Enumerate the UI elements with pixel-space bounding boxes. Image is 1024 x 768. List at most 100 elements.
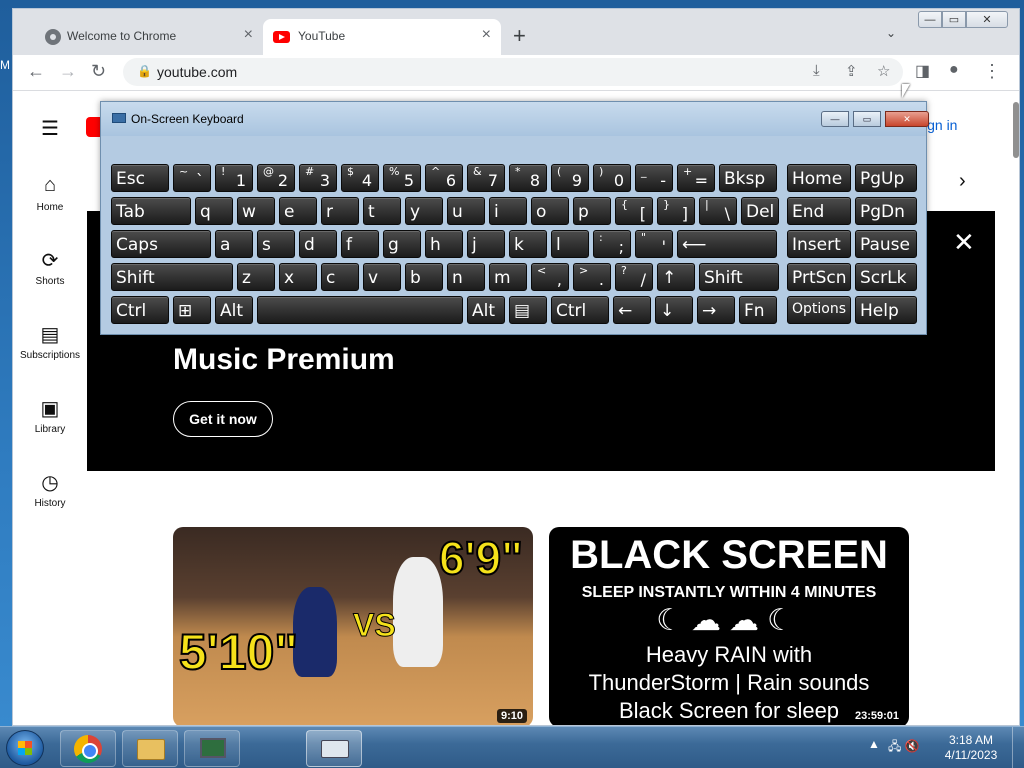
minimize-button[interactable]: —: [918, 11, 942, 28]
close-button[interactable]: ✕: [966, 11, 1008, 28]
osk-key[interactable]: r: [321, 197, 359, 225]
osk-key[interactable]: Ctrl: [111, 296, 169, 324]
osk-key[interactable]: [257, 296, 463, 324]
sidebar-item-history[interactable]: ◷ History: [13, 458, 87, 532]
osk-key[interactable]: ⟵: [677, 230, 777, 258]
osk-minimize-button[interactable]: —: [821, 111, 849, 127]
osk-key[interactable]: <,: [531, 263, 569, 291]
tray-arrow-icon[interactable]: ▲: [868, 737, 880, 751]
video-thumbnail[interactable]: BLACK SCREEN SLEEP INSTANTLY WITHIN 4 MI…: [549, 527, 909, 725]
side-panel-icon[interactable]: ◨: [915, 61, 930, 81]
osk-key[interactable]: l: [551, 230, 589, 258]
osk-key[interactable]: Caps: [111, 230, 211, 258]
tab-close-icon[interactable]: ×: [244, 26, 253, 44]
osk-key[interactable]: t: [363, 197, 401, 225]
taskbar-app[interactable]: [184, 730, 240, 767]
new-tab-button[interactable]: +: [513, 23, 526, 49]
tray-icons[interactable]: 🖧 🔇: [888, 737, 920, 758]
sign-in-button[interactable]: ign in: [924, 117, 957, 133]
lock-icon[interactable]: 🔒: [137, 64, 152, 78]
maximize-button[interactable]: ▭: [942, 11, 966, 28]
osk-key[interactable]: f: [341, 230, 379, 258]
profile-icon[interactable]: ●: [949, 61, 959, 79]
osk-key[interactable]: >.: [573, 263, 611, 291]
osk-key[interactable]: _ -: [635, 164, 673, 192]
osk-key[interactable]: Shift: [699, 263, 779, 291]
osk-key[interactable]: w: [237, 197, 275, 225]
osk-key[interactable]: + =: [677, 164, 715, 192]
osk-key[interactable]: & 7: [467, 164, 505, 192]
taskbar-explorer[interactable]: [122, 730, 178, 767]
osk-key[interactable]: Insert: [787, 230, 851, 258]
osk-key[interactable]: b: [405, 263, 443, 291]
sidebar-item-home[interactable]: ⌂ Home: [13, 162, 87, 236]
osk-key[interactable]: y: [405, 197, 443, 225]
osk-key[interactable]: Alt: [467, 296, 505, 324]
osk-key[interactable]: Fn: [739, 296, 777, 324]
osk-key[interactable]: Bksp: [719, 164, 777, 192]
osk-key[interactable]: z: [237, 263, 275, 291]
osk-key[interactable]: }]: [657, 197, 695, 225]
osk-key[interactable]: j: [467, 230, 505, 258]
osk-key[interactable]: Pause: [855, 230, 917, 258]
osk-key[interactable]: s: [257, 230, 295, 258]
osk-key[interactable]: c: [321, 263, 359, 291]
osk-key[interactable]: ^ 6: [425, 164, 463, 192]
osk-key[interactable]: PrtScn: [787, 263, 851, 291]
osk-key[interactable]: e: [279, 197, 317, 225]
osk-key[interactable]: " ': [635, 230, 673, 258]
tab-search-icon[interactable]: ⌄: [886, 26, 896, 40]
osk-key[interactable]: Tab: [111, 197, 191, 225]
osk-key[interactable]: ~ `: [173, 164, 211, 192]
osk-key[interactable]: Alt: [215, 296, 253, 324]
osk-key[interactable]: Esc: [111, 164, 169, 192]
osk-key[interactable]: * 8: [509, 164, 547, 192]
osk-key[interactable]: i: [489, 197, 527, 225]
osk-key[interactable]: ▤: [509, 296, 547, 324]
osk-key[interactable]: Del: [741, 197, 779, 225]
forward-icon[interactable]: →: [59, 61, 77, 82]
osk-key[interactable]: PgUp: [855, 164, 917, 192]
chevron-right-icon[interactable]: ›: [959, 170, 966, 193]
osk-close-button[interactable]: ✕: [885, 111, 929, 127]
osk-key[interactable]: v: [363, 263, 401, 291]
url-text[interactable]: youtube.com: [157, 64, 237, 80]
osk-key[interactable]: ←: [613, 296, 651, 324]
osk-key[interactable]: % 5: [383, 164, 421, 192]
osk-key[interactable]: u: [447, 197, 485, 225]
osk-key[interactable]: d: [299, 230, 337, 258]
osk-key[interactable]: :;: [593, 230, 631, 258]
osk-key[interactable]: Home: [787, 164, 851, 192]
sidebar-item-library[interactable]: ▣ Library: [13, 384, 87, 458]
clock[interactable]: 3:18 AM 4/11/2023: [940, 733, 1002, 763]
taskbar-chrome[interactable]: [60, 730, 116, 767]
osk-key[interactable]: ! 1: [215, 164, 253, 192]
osk-key[interactable]: →: [697, 296, 735, 324]
chrome-menu-icon[interactable]: ⋮: [983, 61, 1001, 82]
osk-key[interactable]: q: [195, 197, 233, 225]
osk-key[interactable]: g: [383, 230, 421, 258]
osk-key[interactable]: ↑: [657, 263, 695, 291]
osk-key[interactable]: End: [787, 197, 851, 225]
install-icon[interactable]: ⤓: [813, 62, 820, 79]
sidebar-item-shorts[interactable]: ⟳ Shorts: [13, 236, 87, 310]
osk-key[interactable]: Ctrl: [551, 296, 609, 324]
osk-key[interactable]: k: [509, 230, 547, 258]
osk-key[interactable]: Shift: [111, 263, 233, 291]
tab-welcome[interactable]: Welcome to Chrome ×: [23, 19, 263, 55]
osk-title-bar[interactable]: On-Screen Keyboard — ▭ ✕: [101, 102, 929, 136]
osk-key[interactable]: Help: [855, 296, 917, 324]
osk-key[interactable]: ⊞: [173, 296, 211, 324]
tab-youtube[interactable]: YouTube ×: [263, 19, 501, 55]
osk-key[interactable]: $4: [341, 164, 379, 192]
reload-icon[interactable]: ↻: [91, 61, 106, 82]
taskbar-osk[interactable]: [306, 730, 362, 767]
bookmark-star-icon[interactable]: ☆: [877, 62, 890, 80]
page-scrollbar[interactable]: [1013, 102, 1019, 158]
osk-key[interactable]: p: [573, 197, 611, 225]
address-bar[interactable]: 🔒 youtube.com ⤓ ⇪ ☆: [123, 58, 903, 86]
osk-key[interactable]: x: [279, 263, 317, 291]
share-icon[interactable]: ⇪: [845, 62, 858, 80]
osk-key[interactable]: {[: [615, 197, 653, 225]
osk-key[interactable]: h: [425, 230, 463, 258]
